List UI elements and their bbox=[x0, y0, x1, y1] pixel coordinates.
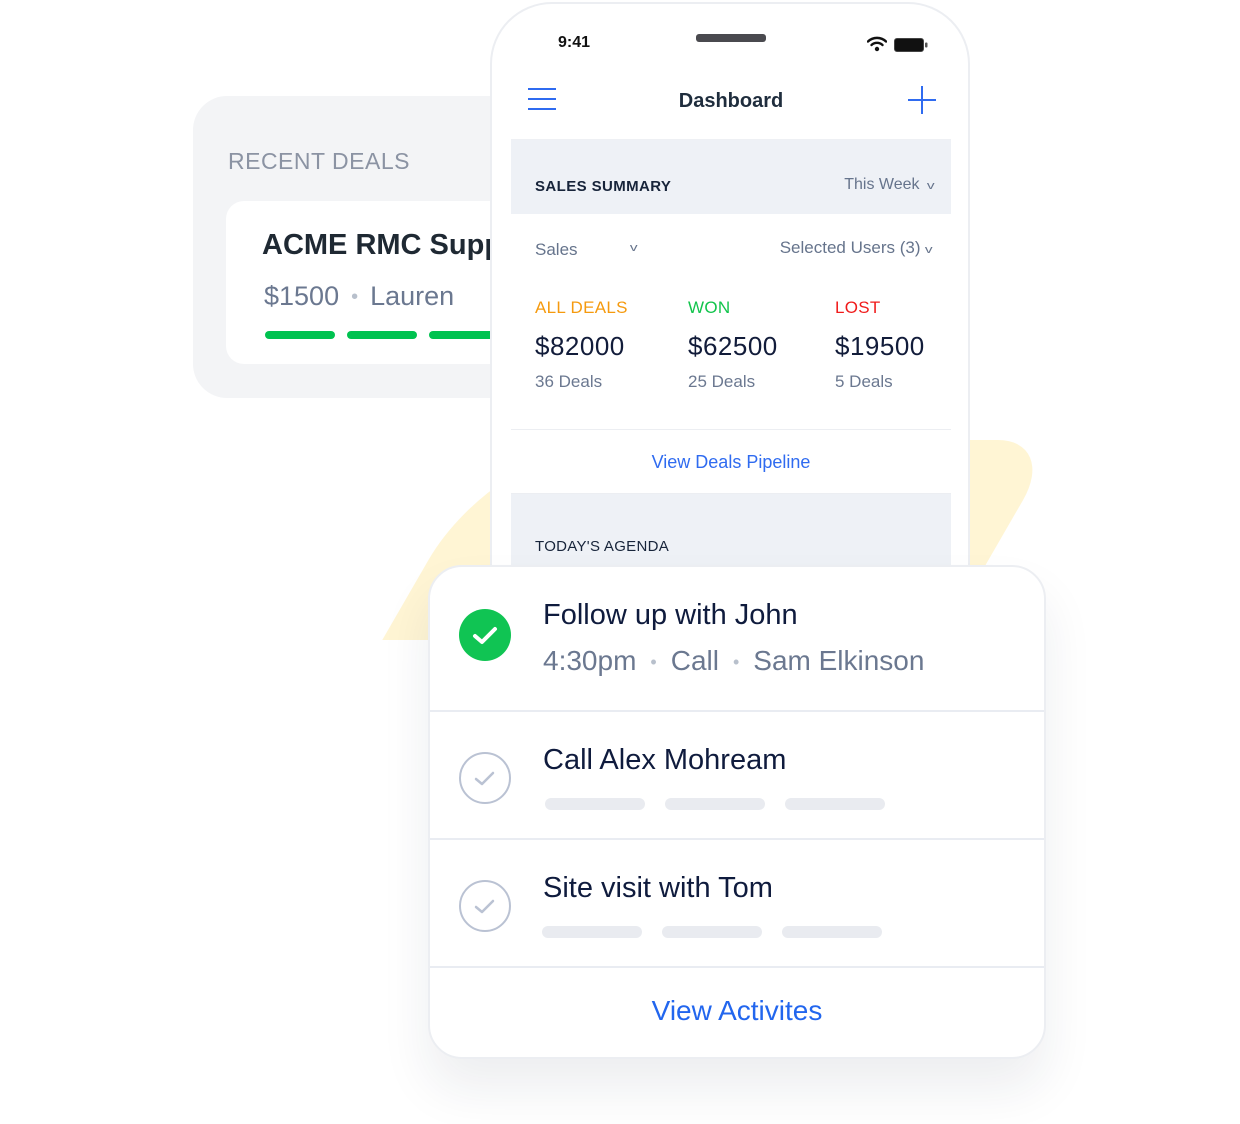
deal-owner: Lauren bbox=[370, 281, 455, 311]
task-meta-placeholder bbox=[545, 798, 885, 810]
task-type: Call bbox=[670, 645, 719, 676]
app-screen: Dashboard SALES SUMMARY This Week v Sales… bbox=[511, 66, 951, 626]
task-title: Follow up with John bbox=[543, 599, 798, 631]
pipeline-dropdown[interactable]: Sales v bbox=[535, 240, 638, 260]
separator-dot: • bbox=[650, 652, 657, 673]
task-time: 4:30pm bbox=[543, 645, 637, 676]
placeholder-bar bbox=[662, 926, 762, 938]
task-title: Site visit with Tom bbox=[543, 872, 773, 904]
pipeline-value: Sales bbox=[535, 240, 578, 259]
chevron-down-icon: v bbox=[926, 180, 935, 192]
stat-value: $62500 bbox=[688, 331, 778, 361]
separator-dot: • bbox=[351, 286, 359, 309]
stat-all-deals[interactable]: ALL DEALS $82000 36 Deals bbox=[535, 298, 628, 392]
stat-label: ALL DEALS bbox=[535, 298, 628, 317]
task-meta-placeholder bbox=[542, 926, 882, 938]
page-title: Dashboard bbox=[678, 90, 784, 112]
task-title: Call Alex Mohream bbox=[543, 744, 787, 776]
task-item[interactable]: Site visit with Tom bbox=[430, 840, 1044, 968]
check-circle-icon[interactable] bbox=[459, 880, 511, 932]
task-item[interactable]: Follow up with John 4:30pm • Call • Sam Elki… bbox=[430, 567, 1044, 712]
stat-count: 5 Deals bbox=[835, 372, 893, 391]
deal-progress bbox=[265, 331, 499, 339]
status-time: 9:41 bbox=[558, 34, 591, 51]
agenda-label: TODAY'S AGENDA bbox=[535, 538, 670, 555]
stat-lost[interactable]: LOST $19500 5 Deals bbox=[835, 298, 925, 392]
users-value: Selected Users (3) bbox=[779, 238, 921, 257]
task-person: Sam Elkinson bbox=[753, 645, 925, 676]
placeholder-bar bbox=[782, 926, 882, 938]
check-circle-icon[interactable] bbox=[459, 752, 511, 804]
users-dropdown[interactable]: Selected Users (3) v bbox=[779, 238, 933, 258]
placeholder-bar bbox=[542, 926, 642, 938]
task-meta: 4:30pm • Call • Sam Elkinson bbox=[543, 645, 924, 677]
phone-frame: 9:41 Dashboard SALES SUMMARY This Week v bbox=[490, 2, 970, 626]
period-value: This Week bbox=[844, 176, 920, 193]
view-deals-pipeline-link[interactable]: View Deals Pipeline bbox=[511, 430, 951, 494]
stat-label: WON bbox=[688, 298, 731, 317]
deal-amount: $1500 bbox=[264, 281, 340, 311]
stat-won[interactable]: WON $62500 25 Deals bbox=[688, 298, 778, 392]
stat-label: LOST bbox=[835, 298, 881, 317]
check-complete-icon[interactable] bbox=[459, 609, 511, 661]
sales-summary-header: SALES SUMMARY This Week v bbox=[511, 140, 951, 214]
placeholder-bar bbox=[785, 798, 885, 810]
chevron-down-icon: v bbox=[629, 242, 638, 254]
plus-icon[interactable] bbox=[908, 86, 936, 114]
wifi-icon bbox=[867, 36, 887, 52]
placeholder-bar bbox=[665, 798, 765, 810]
separator-dot: • bbox=[732, 652, 740, 673]
deal-progress-step bbox=[347, 331, 417, 339]
sales-summary-label: SALES SUMMARY bbox=[535, 178, 672, 195]
battery-icon bbox=[894, 38, 928, 52]
deal-progress-step bbox=[429, 331, 499, 339]
agenda-card: Follow up with John 4:30pm • Call • Sam Elki… bbox=[428, 565, 1046, 1059]
recent-deals-title: RECENT DEALS bbox=[228, 148, 410, 174]
speaker-notch bbox=[696, 34, 766, 42]
deal-meta: $1500 • Lauren bbox=[264, 281, 454, 312]
chevron-down-icon: v bbox=[924, 244, 933, 256]
stage: RECENT DEALS ACME RMC Supplies $1500 • Lau… bbox=[0, 0, 1240, 1124]
view-activities-link[interactable]: View Activites bbox=[430, 968, 1044, 1057]
placeholder-bar bbox=[545, 798, 645, 810]
stat-value: $82000 bbox=[535, 331, 625, 361]
stat-count: 36 Deals bbox=[535, 372, 603, 391]
task-item[interactable]: Call Alex Mohream bbox=[430, 712, 1044, 840]
filters-row: Sales v Selected Users (3) v bbox=[511, 214, 951, 278]
stat-value: $19500 bbox=[835, 331, 925, 361]
deal-progress-step bbox=[265, 331, 335, 339]
period-dropdown[interactable]: This Week v bbox=[844, 176, 935, 194]
stat-count: 25 Deals bbox=[688, 372, 756, 391]
nav-bar: Dashboard bbox=[511, 66, 951, 140]
sales-stats: ALL DEALS $82000 36 Deals WON $62500 25 … bbox=[511, 278, 951, 430]
